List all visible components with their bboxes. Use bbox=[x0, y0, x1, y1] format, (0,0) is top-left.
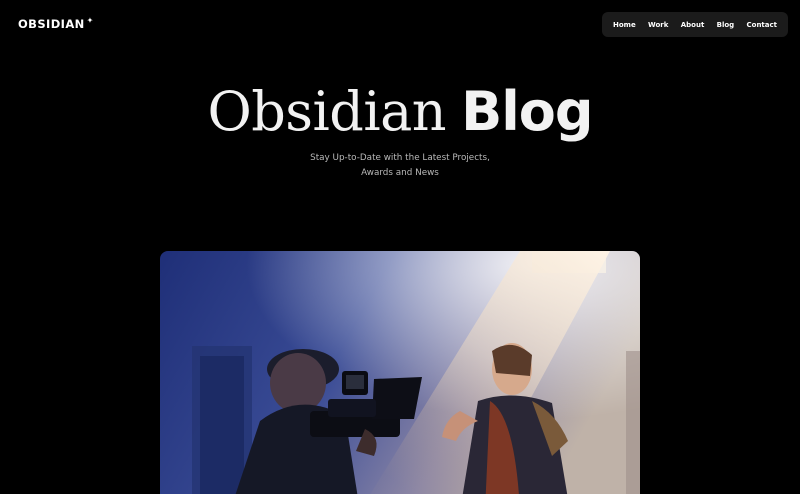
nav-about[interactable]: About bbox=[681, 21, 705, 29]
logo-text: OBSIDIAN bbox=[18, 17, 85, 31]
logo[interactable]: OBSIDIAN ✦ bbox=[18, 16, 94, 31]
nav-home[interactable]: Home bbox=[613, 21, 636, 29]
nav-work[interactable]: Work bbox=[648, 21, 668, 29]
page: OBSIDIAN ✦ Home Work About Blog Contact … bbox=[0, 0, 800, 494]
page-subtitle: Stay Up-to-Date with the Latest Projects… bbox=[0, 151, 800, 181]
featured-post-image[interactable] bbox=[160, 251, 640, 494]
site-header: OBSIDIAN ✦ Home Work About Blog Contact bbox=[0, 0, 800, 50]
subtitle-line-1: Stay Up-to-Date with the Latest Projects… bbox=[310, 153, 490, 163]
main-nav: Home Work About Blog Contact bbox=[602, 12, 788, 37]
subtitle-line-2: Awards and News bbox=[361, 168, 439, 178]
page-title: Obsidian Blog bbox=[0, 82, 800, 142]
title-light: Obsidian bbox=[207, 80, 447, 143]
nav-blog[interactable]: Blog bbox=[717, 21, 735, 29]
nav-contact[interactable]: Contact bbox=[747, 21, 778, 29]
film-set-photo bbox=[160, 251, 640, 494]
title-bold: Blog bbox=[461, 80, 593, 143]
logo-sparkle-icon: ✦ bbox=[86, 16, 94, 25]
